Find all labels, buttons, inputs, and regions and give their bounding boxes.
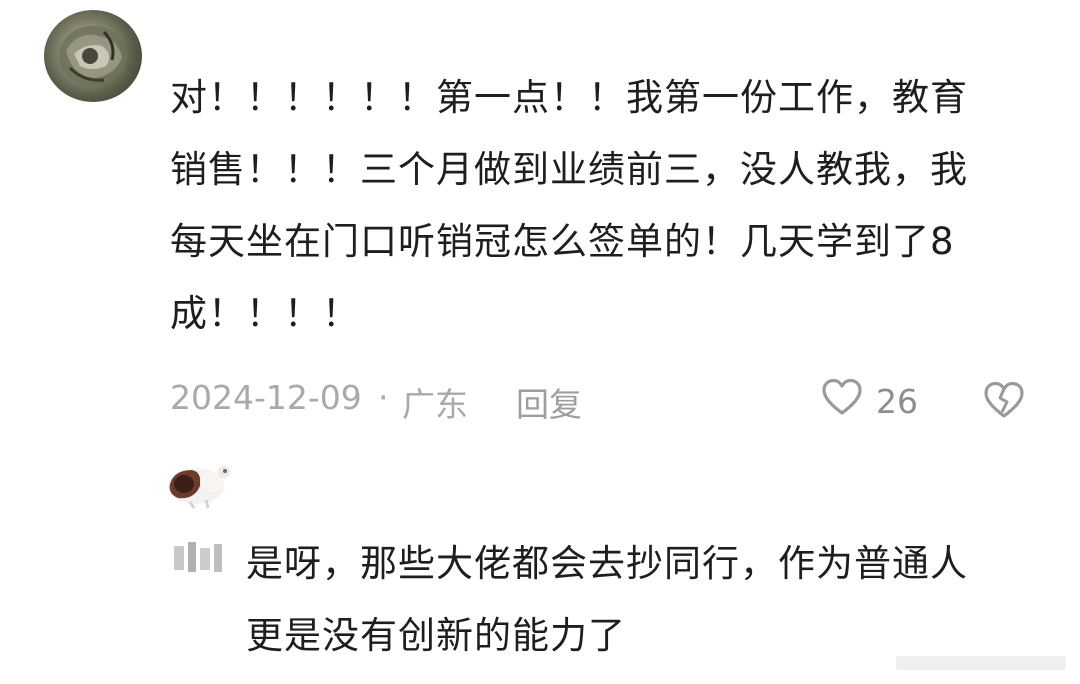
like-button[interactable]: 26 bbox=[820, 378, 918, 424]
commenter-avatar[interactable] bbox=[44, 10, 142, 102]
meta-separator: · bbox=[378, 378, 389, 417]
comment-date: 2024-12-09 bbox=[170, 378, 362, 417]
reply-avatar[interactable] bbox=[160, 458, 240, 510]
reply-text: 是呀，那些大佬都会去抄同行，作为普通人 更是没有创新的能力了 bbox=[246, 528, 1046, 672]
watermark bbox=[896, 652, 1066, 674]
reply-username-blurred bbox=[170, 536, 226, 580]
comment-line: 成！！！！ bbox=[170, 292, 360, 335]
comment-line: 对！！！！！！第一点！！我第一份工作，教育 bbox=[170, 76, 968, 119]
comment-text: 对！！！！！！第一点！！我第一份工作，教育 销售！！！三个月做到业绩前三，没人教… bbox=[170, 62, 1050, 350]
dislike-button[interactable] bbox=[982, 380, 1026, 428]
reply-button[interactable]: 回复 bbox=[516, 378, 582, 426]
comment-line: 每天坐在门口听销冠怎么签单的！几天学到了8 bbox=[170, 220, 955, 263]
comment-meta-row: 2024-12-09 · 广东 回复 26 bbox=[170, 378, 1040, 424]
comment-line: 销售！！！三个月做到业绩前三，没人教我，我 bbox=[170, 148, 968, 191]
heart-outline-icon bbox=[820, 377, 864, 425]
reply-line: 是呀，那些大佬都会去抄同行，作为普通人 bbox=[246, 542, 968, 585]
comment-location: 广东 bbox=[402, 385, 468, 424]
like-count: 26 bbox=[876, 381, 918, 421]
broken-heart-icon bbox=[982, 381, 1026, 428]
